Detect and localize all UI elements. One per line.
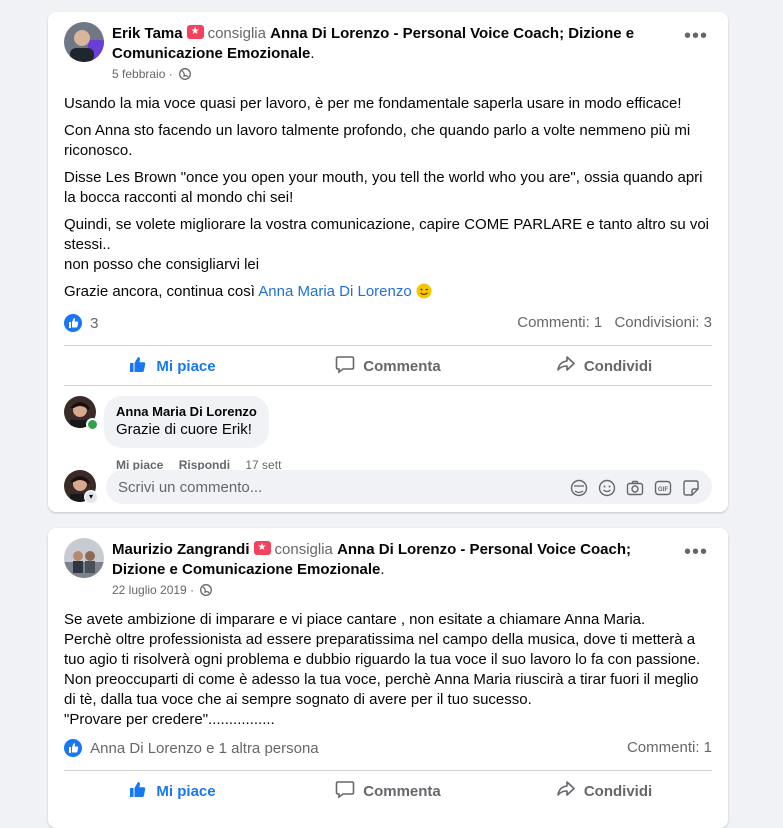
- reaction-names[interactable]: Anna Di Lorenzo e 1 altra persona: [90, 740, 318, 757]
- divider: [64, 770, 712, 771]
- like-button[interactable]: Mi piace: [64, 774, 280, 808]
- post-paragraph: Con Anna sto facendo un lavoro talmente …: [64, 122, 691, 159]
- author-name[interactable]: Maurizio Zangrandi: [112, 541, 250, 558]
- post-line: Non preoccuparti di come è adesso la tua…: [64, 671, 699, 708]
- sticker-icon[interactable]: [682, 479, 700, 497]
- share-label: Condividi: [583, 357, 653, 375]
- comment-text: Grazie di cuore Erik!: [116, 421, 252, 438]
- share-label: Condividi: [583, 782, 653, 800]
- chevron-down-icon[interactable]: ▾: [84, 490, 98, 504]
- divider: [64, 385, 712, 386]
- post-line: Se avete ambizione di imparare e vi piac…: [64, 611, 646, 628]
- write-comment: ▾ GIF: [64, 470, 712, 506]
- globe-icon: [179, 68, 191, 84]
- comments-count[interactable]: Commenti: 1: [627, 739, 712, 756]
- like-label: Mi piace: [156, 357, 216, 375]
- share-button[interactable]: Condividi: [496, 349, 712, 383]
- post-stats: 3 Commenti: 1 Condivisioni: 3: [64, 314, 712, 334]
- shares-count[interactable]: Condivisioni: 3: [614, 314, 712, 331]
- recommend-badge-icon: [253, 541, 271, 555]
- comment-button[interactable]: Commenta: [280, 774, 496, 808]
- more-options-icon[interactable]: •••: [678, 542, 714, 566]
- post-card: Maurizio Zangrandi consiglia Anna Di Lore…: [48, 528, 728, 828]
- comment-icon: [335, 779, 363, 803]
- thumbs-up-icon: [128, 779, 156, 803]
- comments-count[interactable]: Commenti: 1: [517, 314, 602, 331]
- gif-icon[interactable]: GIF: [654, 479, 672, 497]
- comment-input-icons: GIF: [570, 479, 700, 497]
- post-line: "Provare per credere"................: [64, 711, 275, 728]
- post-title: Maurizio Zangrandiconsiglia Anna Di Lore…: [112, 540, 678, 580]
- share-icon: [556, 354, 584, 378]
- thanks-text: Grazie ancora, continua così: [64, 283, 259, 300]
- recommend-badge-icon: [186, 25, 204, 39]
- online-status-icon: [86, 418, 99, 431]
- comment-item: Anna Maria Di Lorenzo Grazie di cuore Er…: [64, 396, 712, 472]
- divider: [64, 345, 712, 346]
- avatar[interactable]: [64, 22, 104, 62]
- comment-button[interactable]: Commenta: [280, 349, 496, 383]
- comment-label: Commenta: [363, 357, 441, 375]
- post-date[interactable]: 22 luglio 2019: [112, 583, 187, 597]
- wink-emoji-icon: [416, 283, 432, 300]
- share-button[interactable]: Condividi: [496, 774, 712, 808]
- like-reaction-icon: [64, 314, 82, 332]
- post-paragraph: Grazie ancora, continua così Anna Maria …: [64, 282, 712, 302]
- emoji-icon[interactable]: [598, 479, 616, 497]
- post-line: Perchè oltre professionista ad essere pr…: [64, 631, 701, 668]
- post-meta: 5 febbraio ·: [112, 66, 191, 84]
- author-name[interactable]: Erik Tama: [112, 25, 183, 42]
- more-options-icon[interactable]: •••: [678, 26, 714, 50]
- post-actions: Mi piace Commenta Condividi: [64, 774, 712, 808]
- reaction-count[interactable]: 3: [90, 315, 98, 332]
- avatar[interactable]: [64, 538, 104, 578]
- like-button[interactable]: Mi piace: [64, 349, 280, 383]
- post-stats: Anna Di Lorenzo e 1 altra persona Commen…: [64, 739, 712, 759]
- post-body: Se avete ambizione di imparare e vi piac…: [64, 610, 712, 730]
- post-title: Erik Tamaconsiglia Anna Di Lorenzo - Per…: [112, 24, 678, 64]
- svg-text:GIF: GIF: [658, 487, 668, 493]
- post-paragraph: Disse Les Brown "once you open your mout…: [64, 169, 703, 206]
- avatar-sticker-icon[interactable]: [570, 479, 588, 497]
- commenter-name[interactable]: Anna Maria Di Lorenzo: [116, 404, 257, 420]
- recommend-verb: consiglia: [274, 541, 333, 558]
- globe-icon: [200, 584, 213, 600]
- camera-icon[interactable]: [626, 479, 644, 497]
- recommend-verb: consiglia: [207, 25, 266, 42]
- like-label: Mi piace: [156, 782, 216, 800]
- post-paragraph: Quindi, se volete migliorare la vostra c…: [64, 216, 710, 253]
- post-date[interactable]: 5 febbraio: [112, 67, 165, 81]
- share-icon: [556, 779, 584, 803]
- comment-label: Commenta: [363, 782, 441, 800]
- comment-icon: [335, 354, 363, 378]
- post-paragraph: non posso che consigliarvi lei: [64, 256, 260, 273]
- post-card: Erik Tamaconsiglia Anna Di Lorenzo - Per…: [48, 12, 728, 512]
- like-reaction-icon: [64, 739, 82, 757]
- post-meta: 22 luglio 2019 ·: [112, 582, 213, 600]
- post-actions: Mi piace Commenta Condividi: [64, 349, 712, 383]
- mention-link[interactable]: Anna Maria Di Lorenzo: [258, 283, 411, 300]
- comment-bubble: Anna Maria Di Lorenzo Grazie di cuore Er…: [104, 396, 269, 448]
- post-body: Usando la mia voce quasi per lavoro, è p…: [64, 94, 712, 309]
- post-paragraph: Usando la mia voce quasi per lavoro, è p…: [64, 95, 682, 112]
- thumbs-up-icon: [128, 354, 156, 378]
